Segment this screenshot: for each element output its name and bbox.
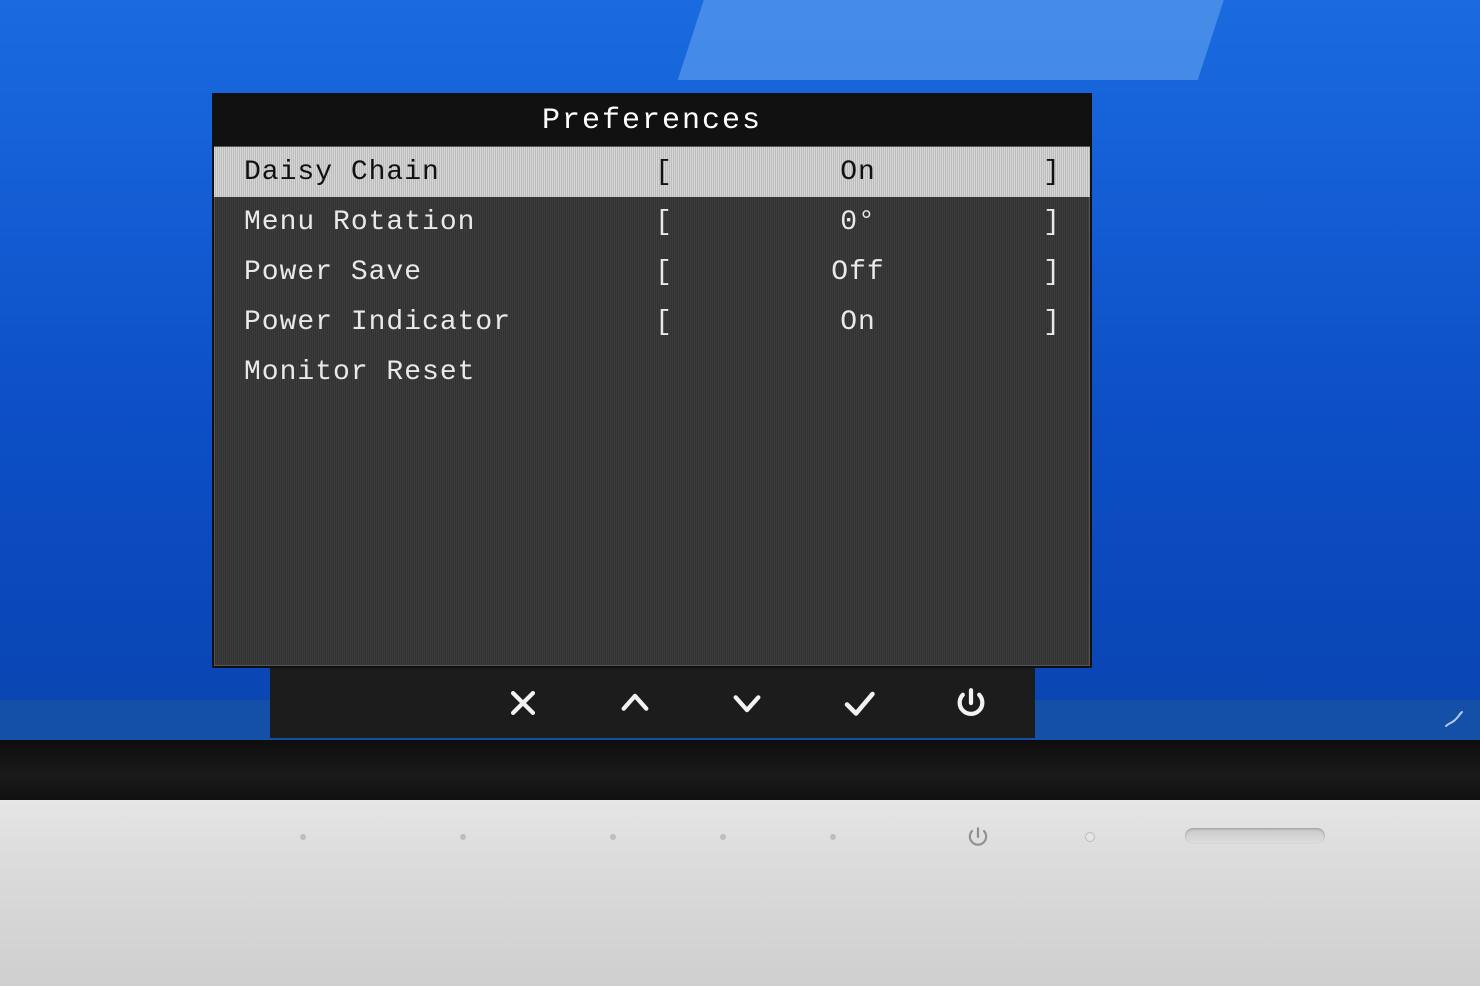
osd-power-button[interactable] bbox=[947, 679, 995, 727]
chevron-down-icon bbox=[730, 686, 764, 720]
osd-nav-bar bbox=[270, 668, 1035, 738]
osd-row-label: Menu Rotation bbox=[244, 207, 644, 238]
bracket-left-icon: [ bbox=[644, 207, 684, 238]
bracket-right-icon: ] bbox=[1032, 157, 1072, 188]
osd-row-power-save[interactable]: Power Save [ Off ] bbox=[214, 247, 1090, 297]
osd-row-label: Power Indicator bbox=[244, 307, 644, 338]
bezel-tick-mark bbox=[300, 834, 306, 840]
power-icon bbox=[954, 686, 988, 720]
hardware-speaker-slot bbox=[1185, 828, 1325, 844]
chevron-up-icon bbox=[618, 686, 652, 720]
wallpaper-accent-shape bbox=[678, 0, 1282, 80]
osd-row-value: 0° bbox=[684, 207, 1032, 238]
bezel-tick-mark bbox=[830, 834, 836, 840]
taskbar-tray-icon bbox=[1442, 708, 1466, 732]
osd-row-label: Daisy Chain bbox=[244, 157, 644, 188]
osd-close-button[interactable] bbox=[499, 679, 547, 727]
osd-menu-list: Daisy Chain [ On ] Menu Rotation [ 0° ] … bbox=[214, 147, 1090, 397]
osd-row-label: Monitor Reset bbox=[244, 357, 644, 388]
osd-row-power-indicator[interactable]: Power Indicator [ On ] bbox=[214, 297, 1090, 347]
monitor-bezel bbox=[0, 740, 1480, 800]
hardware-power-icon bbox=[965, 824, 991, 850]
osd-row-value: On bbox=[684, 307, 1032, 338]
osd-panel: Preferences Daisy Chain [ On ] Menu Rota… bbox=[212, 93, 1092, 668]
osd-row-value: On bbox=[684, 157, 1032, 188]
bezel-tick-mark bbox=[460, 834, 466, 840]
osd-row-daisy-chain[interactable]: Daisy Chain [ On ] bbox=[214, 147, 1090, 197]
bezel-tick-mark bbox=[610, 834, 616, 840]
hardware-led-indicator bbox=[1085, 832, 1095, 842]
bezel-tick-mark bbox=[720, 834, 726, 840]
close-icon bbox=[506, 686, 540, 720]
osd-row-monitor-reset[interactable]: Monitor Reset bbox=[214, 347, 1090, 397]
osd-up-button[interactable] bbox=[611, 679, 659, 727]
osd-confirm-button[interactable] bbox=[835, 679, 883, 727]
bracket-right-icon: ] bbox=[1032, 307, 1072, 338]
bracket-right-icon: ] bbox=[1032, 257, 1072, 288]
osd-title: Preferences bbox=[214, 95, 1090, 147]
bracket-left-icon: [ bbox=[644, 157, 684, 188]
osd-down-button[interactable] bbox=[723, 679, 771, 727]
bracket-left-icon: [ bbox=[644, 257, 684, 288]
bracket-right-icon: ] bbox=[1032, 207, 1072, 238]
check-icon bbox=[841, 685, 877, 721]
monitor-stand bbox=[0, 800, 1480, 986]
osd-row-value: Off bbox=[684, 257, 1032, 288]
bracket-left-icon: [ bbox=[644, 307, 684, 338]
osd-row-label: Power Save bbox=[244, 257, 644, 288]
osd-row-menu-rotation[interactable]: Menu Rotation [ 0° ] bbox=[214, 197, 1090, 247]
